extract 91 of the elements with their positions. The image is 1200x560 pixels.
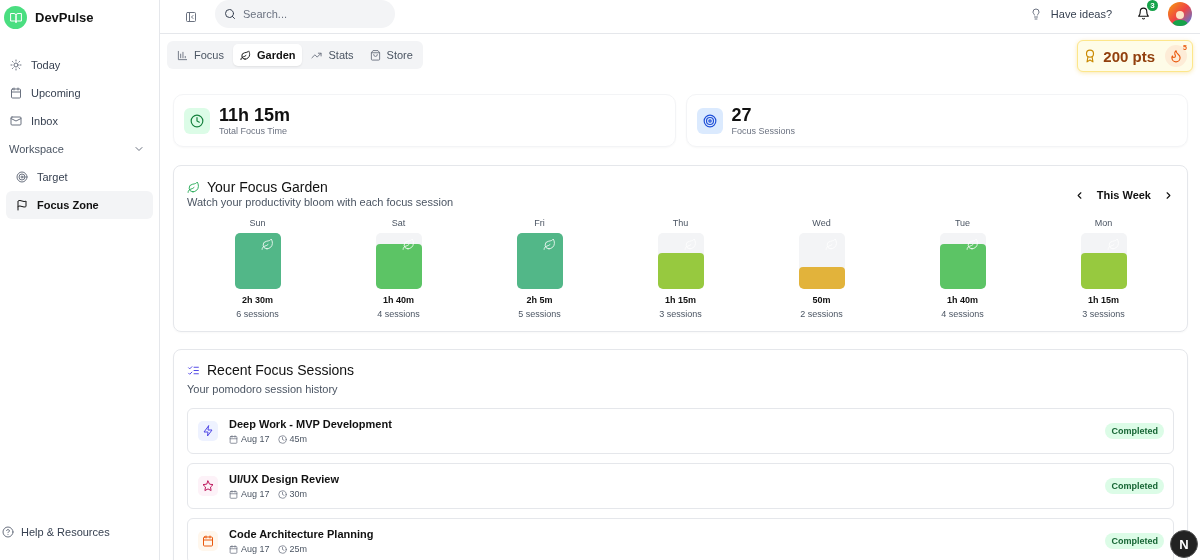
leaf-icon [187,180,200,194]
clock-icon [277,544,287,554]
app-name: DevPulse [35,10,94,25]
sidebar-toggle[interactable] [185,10,197,23]
leaf-icon [965,238,979,251]
book-icon [9,11,22,24]
dev-tools-button[interactable]: N [1170,530,1198,558]
feedback-button[interactable]: Have ideas? [1029,7,1112,20]
nav-item[interactable]: Upcoming [6,79,153,107]
stat-value: 27 [731,105,753,125]
clock-icon [277,434,287,444]
nav-item[interactable]: Target [6,163,153,191]
day-duration: 1h 40m [383,295,414,305]
clock-icon [190,113,204,128]
session-title: Code Architecture Planning [229,528,375,540]
mail-icon [10,115,22,127]
day-duration: 1h 15m [1088,295,1119,305]
day-duration: 2h 5m [526,295,553,305]
flag-icon [16,199,28,211]
day-duration: 1h 40m [947,295,978,305]
section-header[interactable]: Workspace [6,135,153,163]
calendar-icon [229,544,238,554]
bar-chart-icon [177,49,188,61]
day-label: Fri [534,218,545,228]
day-label: Sun [249,218,266,228]
bell-icon [1137,7,1150,20]
help-link[interactable]: Help & Resources [0,526,159,560]
leaf-icon [239,49,251,61]
day-sessions: 5 sessions [518,309,561,319]
tab[interactable]: Garden [232,44,303,66]
day-label: Thu [672,218,689,228]
stat-label: Focus Sessions [731,126,796,136]
card-subtitle: Your pomodoro session history [187,383,339,395]
day-sessions: 6 sessions [236,309,279,319]
search-icon [224,7,236,20]
search-field[interactable]: Search... [215,0,395,28]
stat-label: Total Focus Time [219,126,289,136]
stat-value: 11h 15m [219,105,291,125]
day-label: Mon [1094,218,1113,228]
status-badge: Completed [1105,533,1164,549]
card-title: Your Focus Garden [207,179,328,195]
period-label: This Week [1096,189,1151,201]
nav-item[interactable]: Inbox [6,107,153,135]
leaf-icon [260,238,274,251]
notification-badge: 3 [1147,0,1158,11]
tab[interactable]: Focus [170,44,231,66]
tab[interactable]: Stats [304,44,361,66]
session-row[interactable]: Deep Work - MVP Development Aug 17 45m Completed [187,408,1174,454]
help-icon [2,526,14,538]
session-date: Aug 17 [241,544,270,554]
day-sessions: 2 sessions [800,309,843,319]
card-title: Recent Focus Sessions [207,362,355,378]
day-label: Tue [954,218,971,228]
card-subtitle: Watch your productivity bloom with each focus session [187,196,454,208]
calendar-icon [229,489,238,499]
leaf-icon [542,238,556,251]
day-duration: 50m [812,295,831,305]
target-icon [702,113,717,128]
day-label: Sat [391,218,406,228]
target-icon [16,171,28,183]
clock-icon [277,489,287,499]
day-duration: 2h 30m [242,295,273,305]
status-badge: Completed [1105,478,1164,494]
nav-item[interactable]: Today [6,51,153,79]
status-badge: Completed [1105,423,1164,439]
tab[interactable]: Store [362,44,420,66]
panel-icon [185,10,197,23]
session-title: Deep Work - MVP Development [229,418,393,430]
session-row[interactable]: UI/UX Design Review Aug 17 30m Completed [187,463,1174,509]
session-date: Aug 17 [241,434,270,444]
day-duration: 1h 15m [665,295,696,305]
sun-icon [10,59,22,71]
leaf-icon [401,238,415,251]
session-title: UI/UX Design Review [229,473,341,485]
calendar-icon [10,87,22,99]
day-sessions: 3 sessions [659,309,702,319]
day-sessions: 3 sessions [1082,309,1125,319]
bag-icon [369,49,381,61]
session-date: Aug 17 [241,489,270,499]
user-avatar[interactable] [1168,1,1192,26]
lightbulb-icon [1029,7,1042,20]
session-duration: 25m [289,544,308,554]
calendar-icon [229,434,238,444]
session-duration: 30m [289,489,308,499]
session-row[interactable]: Code Architecture Planning Aug 17 25m Completed [187,518,1174,560]
day-sessions: 4 sessions [941,309,984,319]
day-sessions: 4 sessions [377,309,420,319]
day-label: Wed [812,218,831,228]
list-checks-icon [187,363,200,377]
nav-item[interactable]: Focus Zone [6,191,153,219]
session-duration: 45m [289,434,308,444]
